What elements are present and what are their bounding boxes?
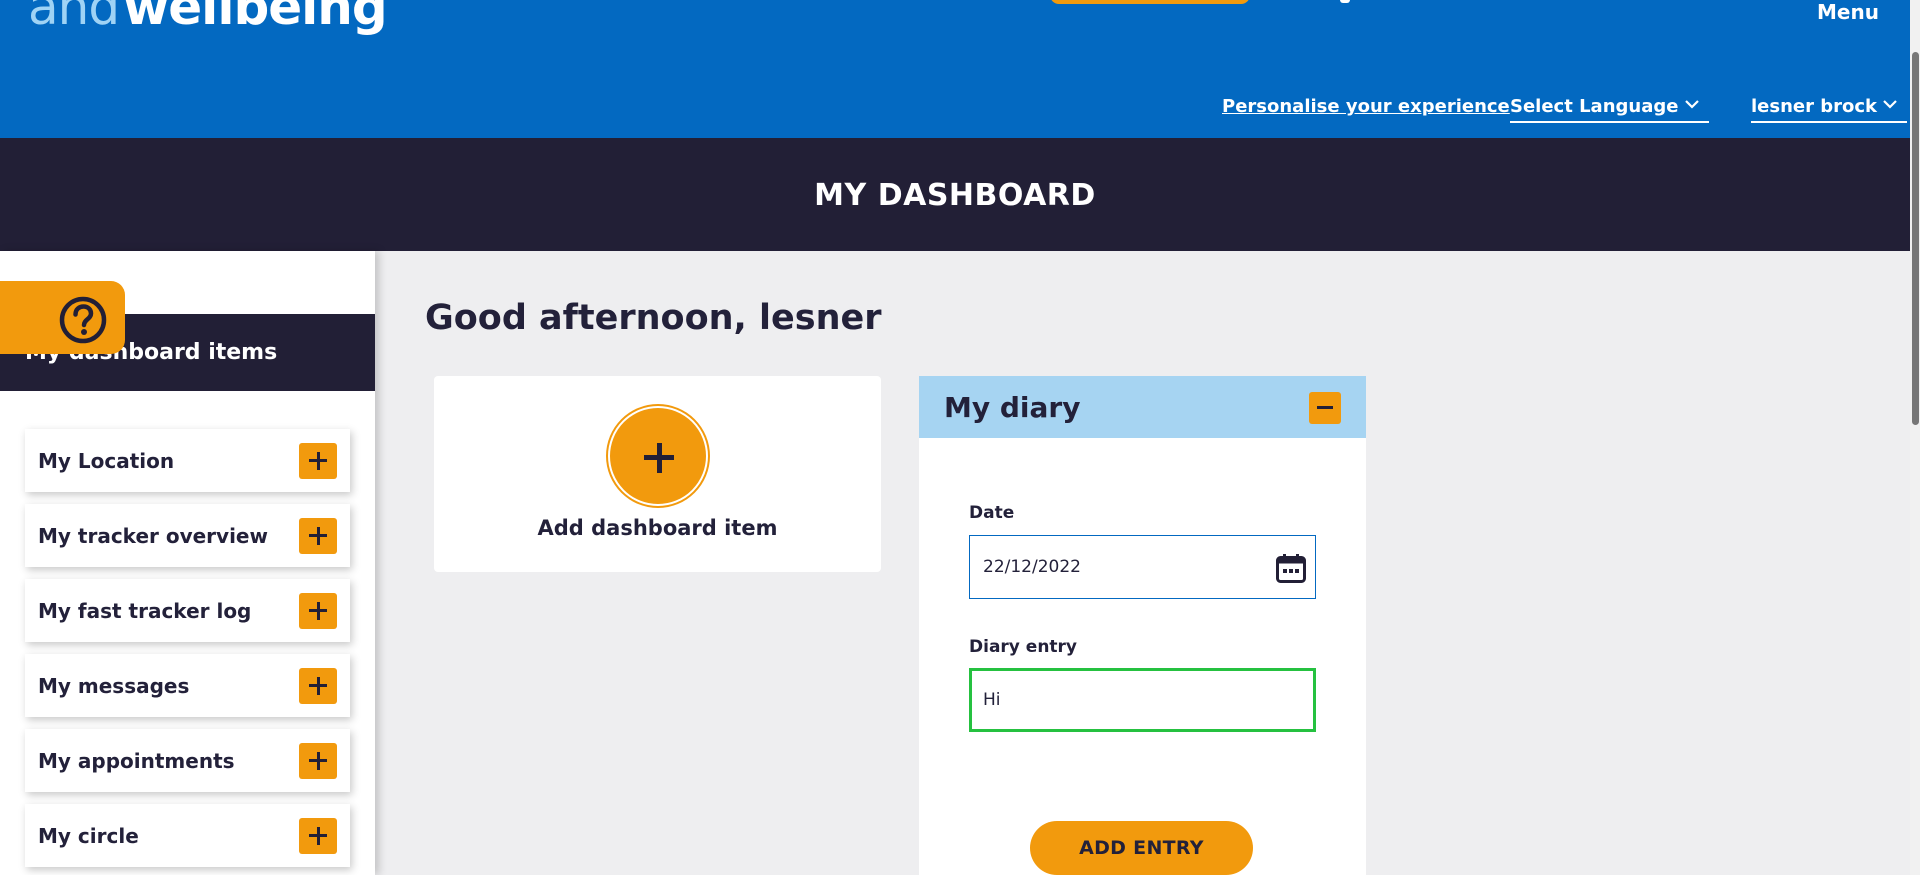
sidebar-item-label: My circle — [38, 824, 139, 848]
date-value: 22/12/2022 — [983, 557, 1081, 577]
calendar-icon[interactable] — [1275, 552, 1307, 584]
add-item-button[interactable] — [299, 818, 337, 854]
page-title: MY DASHBOARD — [814, 178, 1096, 213]
diary-widget: My diary Date 22/12/2022 Diary entry Hi … — [919, 376, 1366, 875]
page-scrollbar-thumb[interactable] — [1912, 52, 1919, 425]
diary-title: My diary — [944, 391, 1081, 424]
menu-button[interactable]: Menu — [1817, 0, 1879, 24]
logo-and-text: and — [28, 0, 120, 36]
diary-entry-value: Hi — [983, 690, 1001, 710]
sidebar-item-label: My tracker overview — [38, 524, 268, 548]
add-item-button[interactable] — [299, 668, 337, 704]
add-dashboard-item-label: Add dashboard item — [537, 516, 778, 540]
chevron-down-icon — [1685, 100, 1699, 109]
header-nav-marker — [1340, 0, 1350, 3]
language-select-label: Select Language — [1510, 96, 1679, 117]
date-field[interactable]: 22/12/2022 — [969, 535, 1316, 599]
date-label: Date — [969, 503, 1015, 523]
greeting-heading: Good afternoon, lesner — [425, 298, 882, 338]
sidebar-item-my-fast-tracker-log[interactable]: My fast tracker log — [25, 579, 350, 642]
sidebar-item-label: My Location — [38, 449, 175, 473]
sidebar-item-label: My appointments — [38, 749, 235, 773]
sidebar-item-label: My fast tracker log — [38, 599, 252, 623]
diary-header: My diary — [919, 376, 1366, 438]
user-name-label: lesner brock — [1751, 96, 1878, 117]
sidebar-item-my-tracker-overview[interactable]: My tracker overview — [25, 504, 350, 567]
personalise-link[interactable]: Personalise your experience — [1222, 96, 1510, 117]
header-cta-button[interactable] — [1050, 0, 1250, 4]
sidebar-item-my-circle[interactable]: My circle — [25, 804, 350, 867]
sidebar-item-my-messages[interactable]: My messages — [25, 654, 350, 717]
add-dashboard-item-button[interactable] — [608, 406, 708, 506]
add-dashboard-item-card: Add dashboard item — [434, 376, 881, 572]
sidebar-item-label: My messages — [38, 674, 190, 698]
diary-entry-field[interactable]: Hi — [969, 668, 1316, 732]
sidebar-item-my-appointments[interactable]: My appointments — [25, 729, 350, 792]
chevron-down-icon — [1883, 100, 1897, 109]
help-icon — [59, 296, 107, 344]
help-button[interactable] — [0, 281, 125, 354]
language-select[interactable]: Select Language — [1510, 96, 1709, 123]
add-item-button[interactable] — [299, 443, 337, 479]
user-menu-select[interactable]: lesner brock — [1751, 96, 1907, 123]
site-logo[interactable]: andwellbeing — [28, 0, 388, 36]
add-item-button[interactable] — [299, 593, 337, 629]
add-entry-button[interactable]: ADD ENTRY — [1030, 821, 1253, 875]
diary-entry-label: Diary entry — [969, 637, 1078, 657]
logo-wellbeing-text: wellbeing — [123, 0, 388, 36]
add-item-button[interactable] — [299, 518, 337, 554]
page-title-bar: MY DASHBOARD — [0, 138, 1910, 251]
site-header: andwellbeing Menu Personalise your exper… — [0, 0, 1910, 138]
sidebar-item-my-location[interactable]: My Location — [25, 429, 350, 492]
add-item-button[interactable] — [299, 743, 337, 779]
collapse-diary-button[interactable] — [1309, 392, 1341, 424]
